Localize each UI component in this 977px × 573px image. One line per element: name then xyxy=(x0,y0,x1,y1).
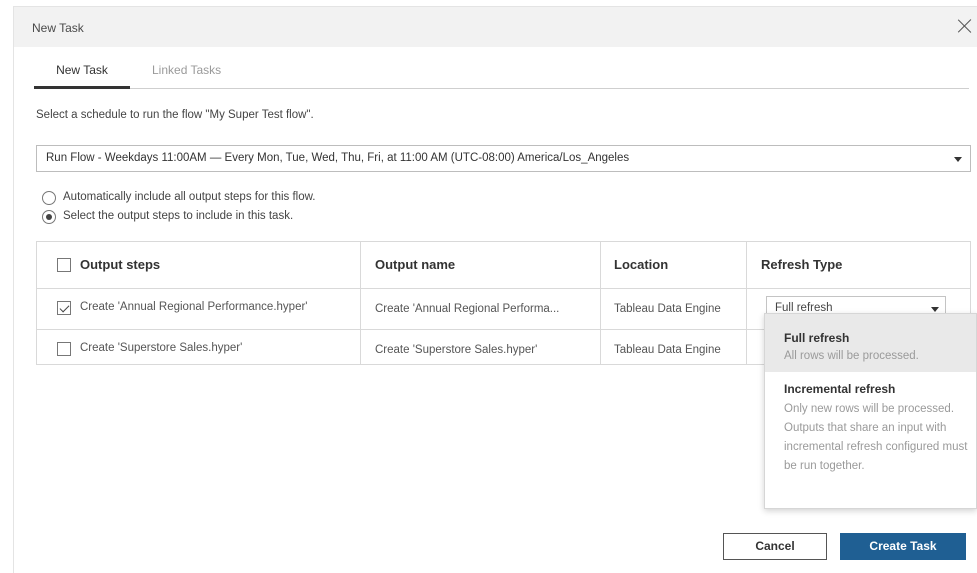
header-output-steps: Output steps xyxy=(80,257,161,272)
tab-new-task[interactable]: New Task xyxy=(34,63,130,89)
tab-bar: New Task Linked Tasks xyxy=(34,63,969,89)
header-location: Location xyxy=(614,257,669,272)
output-name-cell: Create 'Annual Regional Performa... xyxy=(375,303,560,315)
column-divider xyxy=(600,242,601,364)
menu-item-title: Full refresh xyxy=(784,331,850,345)
create-task-button[interactable]: Create Task xyxy=(840,533,966,560)
radio-label: Select the output steps to include in th… xyxy=(63,210,294,222)
column-divider xyxy=(360,242,361,364)
location-cell: Tableau Data Engine xyxy=(614,303,721,315)
row-checkbox[interactable] xyxy=(57,342,71,356)
refresh-type-menu: Full refresh All rows will be processed.… xyxy=(764,313,977,509)
cancel-button[interactable]: Cancel xyxy=(723,533,827,560)
radio-button[interactable] xyxy=(42,191,56,205)
menu-item-title: Incremental refresh xyxy=(784,382,896,396)
tab-linked-tasks[interactable]: Linked Tasks xyxy=(152,63,221,89)
close-icon[interactable] xyxy=(956,17,974,35)
select-all-checkbox[interactable] xyxy=(57,258,71,272)
output-step-cell: Create 'Superstore Sales.hyper' xyxy=(80,342,243,354)
chevron-down-icon xyxy=(931,307,939,312)
column-divider xyxy=(746,242,747,364)
location-cell: Tableau Data Engine xyxy=(614,344,721,356)
menu-item-incremental-refresh[interactable]: Incremental refresh Only new rows will b… xyxy=(765,372,976,508)
dialog-titlebar: New Task xyxy=(14,7,977,47)
chevron-down-icon xyxy=(954,157,962,162)
radio-button[interactable] xyxy=(42,210,56,224)
page-background xyxy=(0,0,12,573)
row-divider xyxy=(37,288,970,289)
menu-item-full-refresh[interactable]: Full refresh All rows will be processed. xyxy=(765,314,976,372)
dialog-title: New Task xyxy=(32,21,84,35)
menu-item-description: Only new rows will be processed. Outputs… xyxy=(784,403,968,472)
output-name-cell: Create 'Superstore Sales.hyper' xyxy=(375,344,538,356)
header-refresh-type: Refresh Type xyxy=(761,257,843,272)
radio-label: Automatically include all output steps f… xyxy=(63,191,316,203)
schedule-instruction: Select a schedule to run the flow "My Su… xyxy=(36,109,314,121)
output-step-cell: Create 'Annual Regional Performance.hype… xyxy=(80,301,308,313)
schedule-dropdown[interactable]: Run Flow - Weekdays 11:00AM — Every Mon,… xyxy=(36,145,971,172)
schedule-value: Run Flow - Weekdays 11:00AM — Every Mon,… xyxy=(46,152,630,164)
menu-item-description: All rows will be processed. xyxy=(784,350,919,362)
header-output-name: Output name xyxy=(375,257,456,272)
row-checkbox[interactable] xyxy=(57,301,71,315)
